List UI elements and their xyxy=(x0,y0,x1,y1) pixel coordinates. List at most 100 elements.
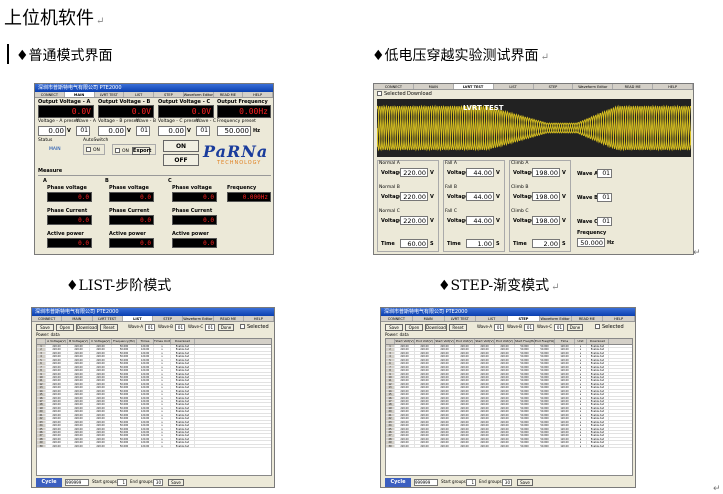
table-cell[interactable]: s xyxy=(154,396,171,399)
table-cell[interactable]: 220.00 xyxy=(395,382,415,386)
table-cell[interactable]: 220.00 xyxy=(495,437,515,441)
fall-c-voltage-input[interactable]: 44.00 xyxy=(466,216,494,225)
table-cell[interactable]: 120.00 xyxy=(555,379,575,382)
table-cell[interactable]: 220.00 xyxy=(475,348,495,351)
table-cell[interactable]: 220.00 xyxy=(415,348,435,351)
selected-option[interactable]: Selected xyxy=(595,324,624,330)
table-cell[interactable]: 50.000 xyxy=(112,437,137,441)
column-header[interactable]: Start Volt(V) xyxy=(475,339,495,344)
download-button[interactable]: Download xyxy=(425,324,447,331)
table-cell[interactable]: 220.00 xyxy=(395,379,415,382)
table-cell[interactable]: 220.00 xyxy=(455,406,475,410)
table-cell[interactable]: Enable ded xyxy=(587,406,609,410)
table-cell[interactable]: s xyxy=(575,369,587,372)
tab-read-me[interactable]: READ ME xyxy=(613,84,654,89)
table-cell[interactable]: s xyxy=(575,410,587,413)
table-cell[interactable]: 220.00 xyxy=(455,417,475,420)
table-cell[interactable]: s xyxy=(575,400,587,403)
table-cell[interactable]: 220.00 xyxy=(435,420,455,424)
table-cell[interactable]: 50.000 xyxy=(535,396,555,399)
column-header[interactable]: Download xyxy=(171,339,195,344)
table-cell[interactable]: s xyxy=(575,420,587,424)
selected-checkbox[interactable] xyxy=(240,324,245,329)
table-cell[interactable]: 50.000 xyxy=(535,372,555,375)
table-cell[interactable]: 220.00 xyxy=(90,427,112,430)
reset-button[interactable]: Reset xyxy=(100,324,118,331)
table-cell[interactable]: 220.00 xyxy=(495,386,515,389)
wave-b-select[interactable]: 01 xyxy=(597,193,612,202)
table-cell[interactable]: 50.000 xyxy=(535,424,555,427)
column-header[interactable]: Download xyxy=(587,339,609,344)
table-cell[interactable]: 220.00 xyxy=(455,437,475,441)
table-cell[interactable]: 220.00 xyxy=(435,369,455,372)
frequency-input[interactable]: 50.000 xyxy=(577,238,605,247)
table-cell[interactable]: 50.000 xyxy=(535,351,555,355)
table-cell[interactable]: 220.00 xyxy=(495,417,515,420)
normal-b-voltage-input[interactable]: 220.00 xyxy=(400,192,428,201)
table-cell[interactable]: 220.00 xyxy=(435,358,455,362)
table-cell[interactable]: 50.000 xyxy=(535,355,555,358)
climb-c-voltage-input[interactable]: 198.00 xyxy=(532,216,560,225)
table-cell[interactable]: Enable ded xyxy=(587,427,609,430)
table-cell[interactable]: Enable ded xyxy=(587,400,609,403)
tab-lvrt-test[interactable]: LVRT TEST xyxy=(445,316,477,321)
table-cell[interactable]: 220.00 xyxy=(46,430,68,434)
table-cell[interactable]: 50.000 xyxy=(112,351,137,355)
table-cell[interactable]: s xyxy=(154,365,171,369)
table-cell[interactable]: 120.00 xyxy=(137,403,154,406)
column-header[interactable]: Unit xyxy=(575,339,587,344)
table-cell[interactable]: 50.000 xyxy=(535,348,555,351)
table-cell[interactable]: s xyxy=(154,417,171,420)
table-cell[interactable]: 220.00 xyxy=(435,386,455,389)
table-cell[interactable]: s xyxy=(154,345,171,348)
table-cell[interactable]: 220.00 xyxy=(415,424,435,427)
table-cell[interactable]: 220.00 xyxy=(475,400,495,403)
table-row[interactable]: 30 220.00 220.00 220.00 220.00 220.00 220.00 50… xyxy=(386,444,632,449)
table-cell[interactable]: 120.00 xyxy=(555,345,575,348)
table-cell[interactable]: 220.00 xyxy=(435,393,455,396)
table-cell[interactable]: 220.00 xyxy=(455,379,475,382)
table-cell[interactable]: s xyxy=(154,420,171,424)
table-cell[interactable]: 220.00 xyxy=(455,345,475,348)
table-cell[interactable]: 220.00 xyxy=(395,427,415,430)
wave-b-select[interactable]: 01 xyxy=(175,324,185,331)
table-cell[interactable]: Enable ded xyxy=(171,430,195,434)
table-cell[interactable]: s xyxy=(575,393,587,396)
table-cell[interactable]: s xyxy=(575,444,587,448)
normal-time-input[interactable]: 60.00 xyxy=(400,239,428,248)
table-cell[interactable]: s xyxy=(154,362,171,365)
table-cell[interactable]: 220.00 xyxy=(68,372,90,375)
reset-button[interactable]: Reset xyxy=(449,324,467,331)
table-cell[interactable]: 50.000 xyxy=(535,410,555,413)
table-cell[interactable]: 50.000 xyxy=(112,345,137,348)
table-cell[interactable]: 220.00 xyxy=(455,441,475,444)
table-cell[interactable]: s xyxy=(154,403,171,406)
table-cell[interactable]: Enable ded xyxy=(587,351,609,355)
column-header[interactable]: Time xyxy=(555,339,575,344)
cycle-input[interactable]: 999999 xyxy=(414,479,438,486)
table-cell[interactable]: 220.00 xyxy=(395,375,415,379)
table-cell[interactable]: 120.00 xyxy=(137,393,154,396)
table-cell[interactable]: s xyxy=(154,434,171,437)
climb-time-input[interactable]: 2.00 xyxy=(532,239,560,248)
table-cell[interactable]: s xyxy=(154,351,171,355)
table-cell[interactable]: 50.000 xyxy=(515,444,535,448)
table-cell[interactable]: 220.00 xyxy=(415,382,435,386)
table-cell[interactable]: 50.000 xyxy=(112,379,137,382)
table-cell[interactable]: 220.00 xyxy=(495,403,515,406)
table-cell[interactable]: 220.00 xyxy=(435,351,455,355)
table-cell[interactable]: 50.000 xyxy=(112,382,137,386)
table-cell[interactable]: 220.00 xyxy=(435,417,455,420)
table-cell[interactable]: s xyxy=(154,348,171,351)
table-cell[interactable]: Enable ded xyxy=(587,403,609,406)
table-cell[interactable]: 220.00 xyxy=(455,358,475,362)
start-groups-input[interactable]: 1 xyxy=(466,479,476,486)
table-cell[interactable]: 50.000 xyxy=(515,413,535,417)
table-cell[interactable]: 120.00 xyxy=(555,424,575,427)
table-cell[interactable]: 220.00 xyxy=(415,345,435,348)
table-cell[interactable]: 220.00 xyxy=(475,386,495,389)
table-cell[interactable]: 50.000 xyxy=(535,417,555,420)
tab-main[interactable]: MAIN xyxy=(62,316,93,321)
column-header[interactable]: End Volt(V) xyxy=(495,339,515,344)
table-cell[interactable]: 220.00 xyxy=(415,400,435,403)
